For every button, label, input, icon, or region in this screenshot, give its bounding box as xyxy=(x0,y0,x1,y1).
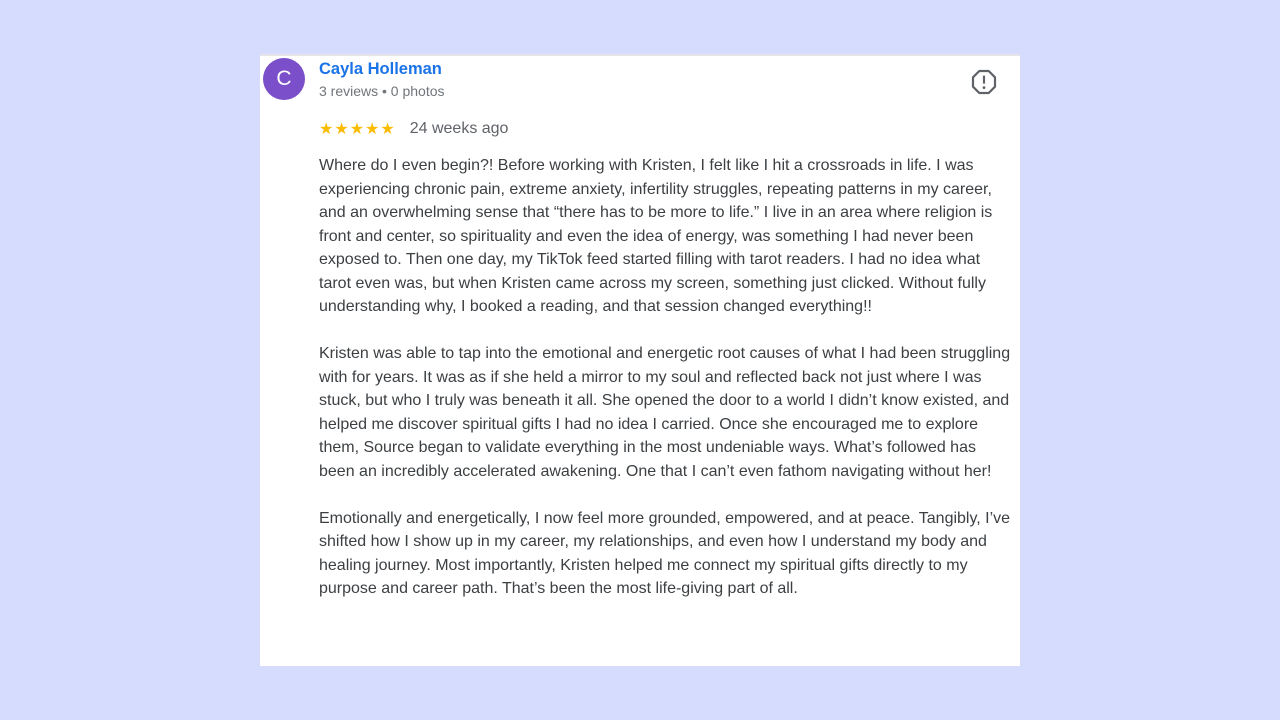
review-paragraph: Where do I even begin?! Before working w… xyxy=(319,157,993,315)
review-text: Where do I even begin?! Before working w… xyxy=(319,154,1015,624)
rating-row: ★★★★★ 24 weeks ago xyxy=(319,119,508,139)
review-paragraph: Emotionally and energetically, I now fee… xyxy=(319,509,1011,598)
star-rating-icon: ★★★★★ xyxy=(319,119,396,138)
review-card: C Cayla Holleman 3 reviews • 0 photos ★★… xyxy=(260,54,1020,666)
avatar[interactable]: C xyxy=(263,58,305,100)
reviewer-meta: 3 reviews • 0 photos xyxy=(319,83,445,99)
report-review-button[interactable] xyxy=(971,69,997,95)
report-flag-icon xyxy=(971,69,997,95)
review-date: 24 weeks ago xyxy=(409,120,509,137)
review-paragraph: Kristen was able to tap into the emotion… xyxy=(319,345,1011,480)
reviewer-name-link[interactable]: Cayla Holleman xyxy=(319,60,442,79)
